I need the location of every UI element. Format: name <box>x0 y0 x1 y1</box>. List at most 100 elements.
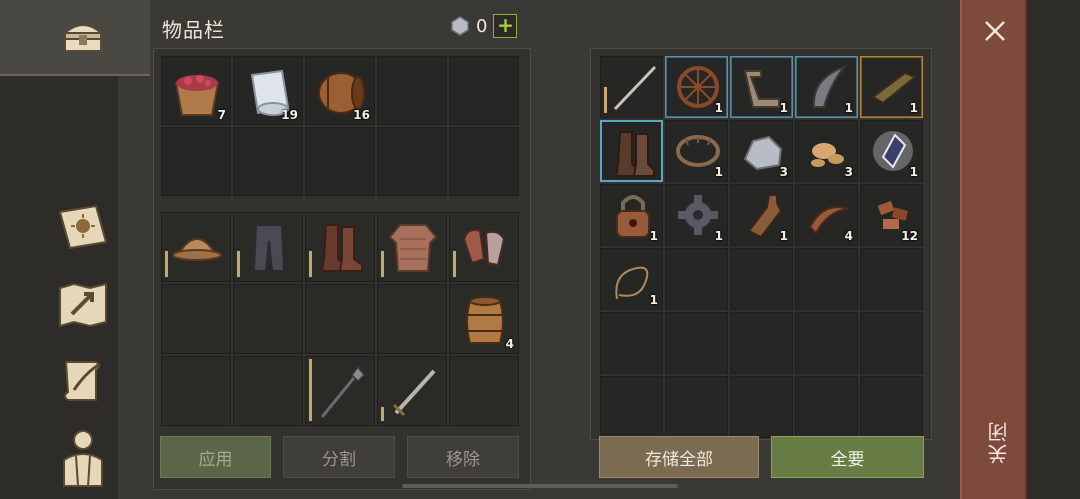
storage-slot[interactable] <box>600 120 663 182</box>
storage-slot[interactable] <box>860 248 923 310</box>
equipment-slot-backpack[interactable]: 4 <box>449 284 519 354</box>
chest-icon[interactable] <box>54 8 112 66</box>
item-count: 3 <box>779 165 788 179</box>
durability-bar <box>309 359 312 421</box>
berry-basket-icon <box>174 75 220 116</box>
item-count: 1 <box>714 229 723 243</box>
item-count: 7 <box>217 108 226 122</box>
store-all-button[interactable]: 存储全部 <box>599 436 759 478</box>
item-count: 1 <box>909 101 918 115</box>
storage-slot[interactable] <box>730 376 793 438</box>
item-count: 12 <box>901 229 918 243</box>
equipment-slot-head[interactable] <box>161 212 231 282</box>
storage-slot[interactable] <box>665 248 728 310</box>
add-currency-button[interactable]: + <box>493 14 518 38</box>
apply-button[interactable]: 应用 <box>160 436 271 478</box>
inventory-slot[interactable] <box>161 127 231 196</box>
equipment-slot-legs[interactable] <box>233 212 303 282</box>
close-icon[interactable] <box>982 18 1008 44</box>
equipment-slot[interactable] <box>233 284 303 354</box>
scroll-quill-icon[interactable] <box>54 352 112 410</box>
item-count: 1 <box>714 165 723 179</box>
item-count: 19 <box>281 108 298 122</box>
storage-slot[interactable]: 1 <box>730 184 793 246</box>
storage-slot[interactable] <box>600 56 663 118</box>
inventory-slot[interactable] <box>449 127 519 196</box>
inventory-slot[interactable] <box>377 127 447 196</box>
storage-slot[interactable] <box>795 376 858 438</box>
sword-icon <box>392 369 436 417</box>
close-button[interactable]: 关闭 <box>984 420 1013 464</box>
equipment-slot-feet[interactable] <box>305 212 375 282</box>
storage-slot[interactable] <box>860 312 923 374</box>
storage-slot[interactable] <box>795 248 858 310</box>
equipment-slot[interactable] <box>161 284 231 354</box>
backpack-grid: 7 19 16 <box>161 56 519 196</box>
storage-slot[interactable]: 3 <box>795 120 858 182</box>
item-count: 1 <box>779 229 788 243</box>
pants-icon <box>252 224 286 272</box>
equipment-slot-weapon[interactable] <box>305 356 375 426</box>
equipment-slot[interactable] <box>449 356 519 426</box>
storage-slot[interactable] <box>665 376 728 438</box>
inventory-slot[interactable] <box>233 127 303 196</box>
durability-bar <box>604 87 607 113</box>
quest-book-icon[interactable] <box>54 198 112 256</box>
equipment-slot[interactable] <box>233 356 303 426</box>
storage-slot[interactable] <box>730 312 793 374</box>
gloves-icon <box>462 229 506 267</box>
scroll-indicator[interactable] <box>402 484 678 488</box>
storage-slot[interactable]: 3 <box>730 120 793 182</box>
item-count: 1 <box>844 101 853 115</box>
storage-slot[interactable] <box>665 312 728 374</box>
inventory-slot[interactable]: 7 <box>161 56 231 125</box>
item-count: 4 <box>844 229 853 243</box>
equipment-slot-weapon[interactable] <box>377 356 447 426</box>
storage-slot[interactable]: 1 <box>600 184 663 246</box>
storage-slot[interactable] <box>795 312 858 374</box>
equipment-slot[interactable] <box>161 356 231 426</box>
inventory-slot[interactable]: 16 <box>305 56 375 125</box>
storage-slot[interactable]: 1 <box>600 248 663 310</box>
storage-slot[interactable] <box>730 248 793 310</box>
equipment-slot[interactable] <box>377 284 447 354</box>
map-icon[interactable] <box>54 276 112 334</box>
remove-button[interactable]: 移除 <box>407 436 519 478</box>
mace-icon <box>320 365 365 418</box>
durability-bar <box>237 251 240 277</box>
durability-bar <box>381 251 384 277</box>
inventory-slot[interactable] <box>377 56 447 125</box>
item-count: 3 <box>844 165 853 179</box>
inventory-slot[interactable] <box>449 56 519 125</box>
storage-slot[interactable]: 1 <box>795 56 858 118</box>
equipment-slot-body[interactable] <box>377 212 447 282</box>
storage-slot[interactable]: 1 <box>665 184 728 246</box>
storage-slot[interactable]: 1 <box>860 56 923 118</box>
item-count: 1 <box>714 101 723 115</box>
helmet-icon <box>172 238 222 261</box>
inventory-slot[interactable]: 19 <box>233 56 303 125</box>
item-count: 1 <box>909 165 918 179</box>
split-button[interactable]: 分割 <box>283 436 395 478</box>
storage-slot[interactable]: 1 <box>860 120 923 182</box>
chainmail-icon <box>388 224 438 272</box>
storage-slot[interactable]: 1 <box>665 56 728 118</box>
equipment-slot-hands[interactable] <box>449 212 519 282</box>
storage-slot[interactable]: 4 <box>795 184 858 246</box>
item-count: 1 <box>779 101 788 115</box>
storage-slot[interactable]: 1 <box>665 120 728 182</box>
item-count: 4 <box>505 337 514 351</box>
storage-slot[interactable] <box>860 376 923 438</box>
equipment-slot[interactable] <box>305 284 375 354</box>
inventory-title: 物品栏 <box>162 18 225 42</box>
character-icon[interactable] <box>54 428 112 487</box>
item-count: 1 <box>649 293 658 307</box>
storage-slot[interactable]: 1 <box>730 56 793 118</box>
take-all-button[interactable]: 全要 <box>771 436 924 478</box>
storage-slot[interactable] <box>600 312 663 374</box>
storage-slot[interactable]: 12 <box>860 184 923 246</box>
durability-bar <box>453 251 456 277</box>
storage-grid: 1 1 1 1 1 3 3 1 1 1 1 4 12 1 <box>600 56 923 438</box>
storage-slot[interactable] <box>600 376 663 438</box>
inventory-slot[interactable] <box>305 127 375 196</box>
